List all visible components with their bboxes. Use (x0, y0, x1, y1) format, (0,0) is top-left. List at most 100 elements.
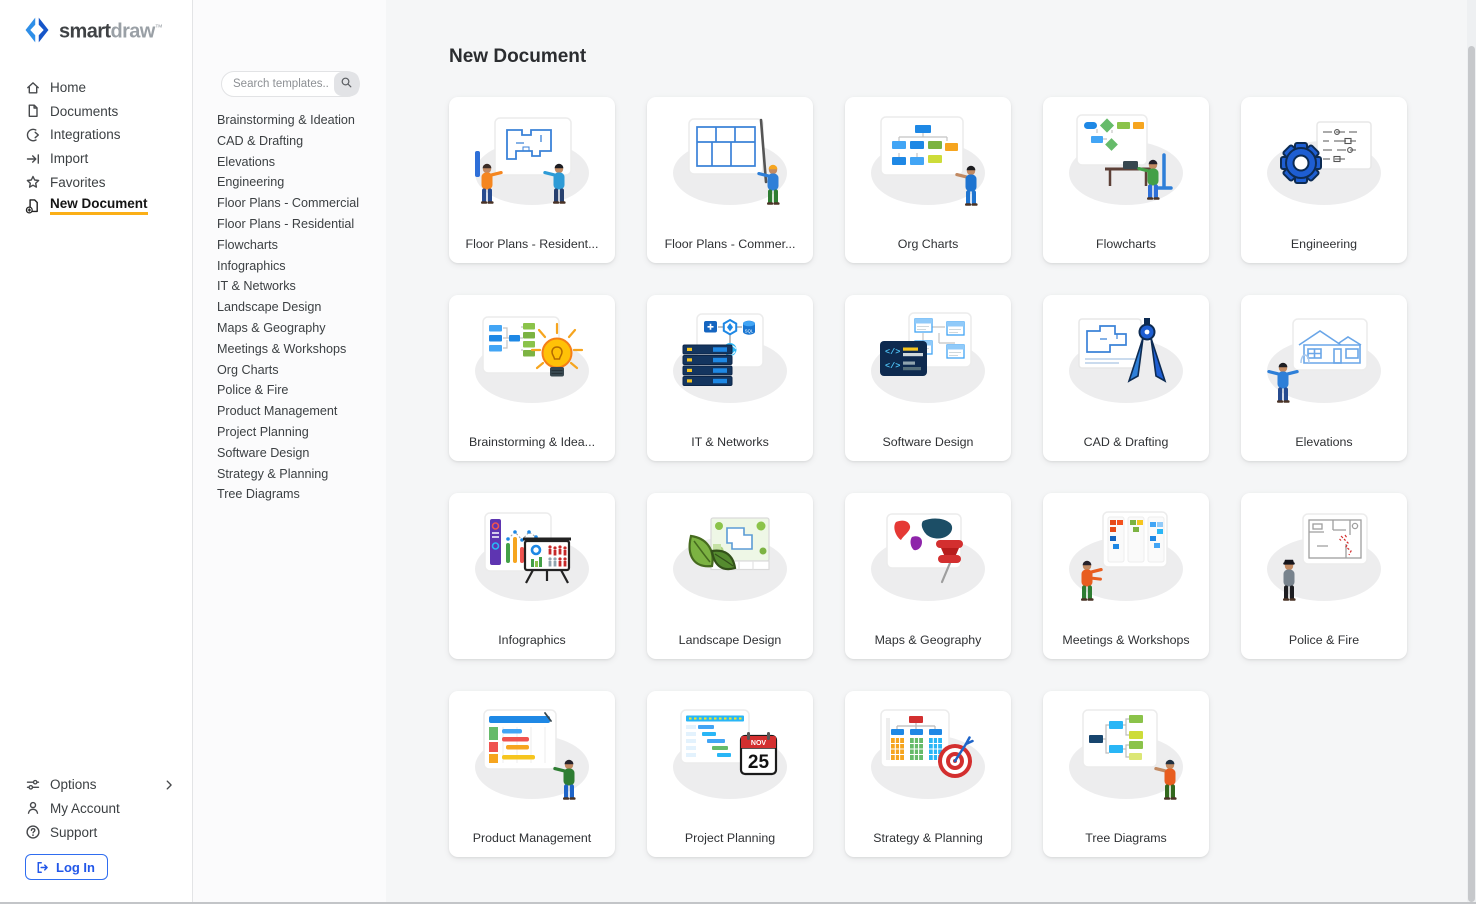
nav-label: Documents (50, 104, 118, 119)
footer-item-support[interactable]: Support (0, 820, 192, 844)
template-category-panel: Brainstorming & Ideation CAD & Drafting … (193, 0, 386, 904)
sidebar-item-new-document[interactable]: New Document (0, 194, 192, 218)
template-card-floor-plans-commercial[interactable]: Floor Plans - Commer... (647, 97, 813, 263)
template-card-elevations[interactable]: Elevations (1241, 295, 1407, 461)
template-card-label: Elevations (1245, 435, 1403, 449)
template-card-label: Strategy & Planning (849, 831, 1007, 845)
log-in-button[interactable]: Log In (25, 854, 108, 880)
category-item-org-charts[interactable]: Org Charts (193, 360, 386, 381)
template-card-it-networks[interactable]: SQL IT & Networks (647, 295, 813, 461)
template-card-label: IT & Networks (651, 435, 809, 449)
nav-label: Import (50, 151, 88, 166)
smartdraw-logo[interactable]: smartdraw™ (0, 0, 192, 47)
template-card-landscape-design[interactable]: Landscape Design (647, 493, 813, 659)
svg-text:</>: </> (885, 361, 900, 371)
template-grid: Floor Plans - Resident... Floor Plans - … (449, 97, 1476, 857)
category-item-maps-geography[interactable]: Maps & Geography (193, 318, 386, 339)
footer-item-my-account[interactable]: My Account (0, 797, 192, 821)
footer-item-options[interactable]: Options (0, 773, 192, 797)
scrollbar[interactable] (1467, 0, 1476, 904)
category-item-elevations[interactable]: Elevations (193, 152, 386, 173)
category-item-meetings-workshops[interactable]: Meetings & Workshops (193, 339, 386, 360)
template-card-label: CAD & Drafting (1047, 435, 1205, 449)
template-card-cad-drafting[interactable]: CAD & Drafting (1043, 295, 1209, 461)
template-illustration (1249, 499, 1399, 614)
template-card-label: Maps & Geography (849, 633, 1007, 647)
svg-text:SQL: SQL (745, 329, 754, 334)
main-content: New Document Floor Plans - Resident... F… (386, 0, 1476, 904)
template-card-tree-diagrams[interactable]: Tree Diagrams (1043, 691, 1209, 857)
category-item-software-design[interactable]: Software Design (193, 443, 386, 464)
template-illustration (853, 697, 1003, 812)
scrollbar-thumb[interactable] (1468, 46, 1475, 902)
template-card-label: Org Charts (849, 237, 1007, 251)
template-illustration (1051, 499, 1201, 614)
svg-text:NOV: NOV (751, 740, 767, 747)
nav-label: Favorites (50, 175, 106, 190)
template-card-floor-plans-residential[interactable]: Floor Plans - Resident... (449, 97, 615, 263)
category-item-police-fire[interactable]: Police & Fire (193, 380, 386, 401)
template-illustration: SQL (655, 301, 805, 416)
category-item-project-planning[interactable]: Project Planning (193, 422, 386, 443)
category-item-it-networks[interactable]: IT & Networks (193, 276, 386, 297)
category-item-floor-plans-residential[interactable]: Floor Plans - Residential (193, 214, 386, 235)
sidebar-nav: Home Documents Integrations Import Favor… (0, 76, 192, 218)
template-illustration (457, 697, 607, 812)
template-illustration (457, 301, 607, 416)
nav-icon (25, 174, 41, 190)
category-item-product-management[interactable]: Product Management (193, 401, 386, 422)
template-illustration (1249, 301, 1399, 416)
category-item-strategy-planning[interactable]: Strategy & Planning (193, 464, 386, 485)
template-card-label: Floor Plans - Resident... (453, 237, 611, 251)
svg-text:</>: </> (885, 347, 900, 357)
category-item-infographics[interactable]: Infographics (193, 256, 386, 277)
template-card-infographics[interactable]: Infographics (449, 493, 615, 659)
logo-text-bold: smart (59, 21, 110, 43)
sidebar-item-home[interactable]: Home (0, 76, 192, 100)
category-item-engineering[interactable]: Engineering (193, 172, 386, 193)
template-card-label: Landscape Design (651, 633, 809, 647)
template-card-brainstorming-ideation[interactable]: Brainstorming & Idea... (449, 295, 615, 461)
category-item-flowcharts[interactable]: Flowcharts (193, 235, 386, 256)
search-button[interactable] (334, 72, 359, 96)
login-icon (35, 860, 50, 875)
template-card-software-design[interactable]: </> </> Software Design (845, 295, 1011, 461)
template-card-meetings-workshops[interactable]: Meetings & Workshops (1043, 493, 1209, 659)
template-card-label: Meetings & Workshops (1047, 633, 1205, 647)
category-item-tree-diagrams[interactable]: Tree Diagrams (193, 484, 386, 505)
template-illustration (853, 103, 1003, 218)
template-card-police-fire[interactable]: Police & Fire (1241, 493, 1407, 659)
template-card-project-planning[interactable]: NOV25 Project Planning (647, 691, 813, 857)
template-card-flowcharts[interactable]: Flowcharts (1043, 97, 1209, 263)
footer-icon (25, 777, 41, 793)
category-item-brainstorming-ideation[interactable]: Brainstorming & Ideation (193, 110, 386, 131)
category-item-landscape-design[interactable]: Landscape Design (193, 297, 386, 318)
sidebar-item-favorites[interactable]: Favorites (0, 170, 192, 194)
sidebar-footer: Options My Account Support Log In (0, 773, 192, 880)
footer-icon (25, 824, 41, 840)
category-item-floor-plans-commercial[interactable]: Floor Plans - Commercial (193, 193, 386, 214)
sidebar: smartdraw™ Home Documents Integrations I… (0, 0, 193, 904)
log-in-label: Log In (56, 860, 95, 875)
template-card-maps-geography[interactable]: Maps & Geography (845, 493, 1011, 659)
template-illustration (655, 499, 805, 614)
footer-label: Support (50, 825, 97, 840)
template-illustration: NOV25 (655, 697, 805, 812)
nav-icon (25, 198, 41, 214)
nav-icon (25, 127, 41, 143)
template-card-engineering[interactable]: Engineering (1241, 97, 1407, 263)
template-card-org-charts[interactable]: Org Charts (845, 97, 1011, 263)
template-illustration (1051, 697, 1201, 812)
template-card-label: Software Design (849, 435, 1007, 449)
nav-icon (25, 103, 41, 119)
nav-icon (25, 151, 41, 167)
category-item-cad-drafting[interactable]: CAD & Drafting (193, 131, 386, 152)
template-card-strategy-planning[interactable]: Strategy & Planning (845, 691, 1011, 857)
sidebar-item-integrations[interactable]: Integrations (0, 123, 192, 147)
template-card-product-management[interactable]: Product Management (449, 691, 615, 857)
chevron-right-icon (162, 801, 176, 815)
search-icon (340, 76, 353, 92)
sidebar-item-import[interactable]: Import (0, 147, 192, 171)
sidebar-item-documents[interactable]: Documents (0, 99, 192, 123)
template-illustration (1249, 103, 1399, 218)
